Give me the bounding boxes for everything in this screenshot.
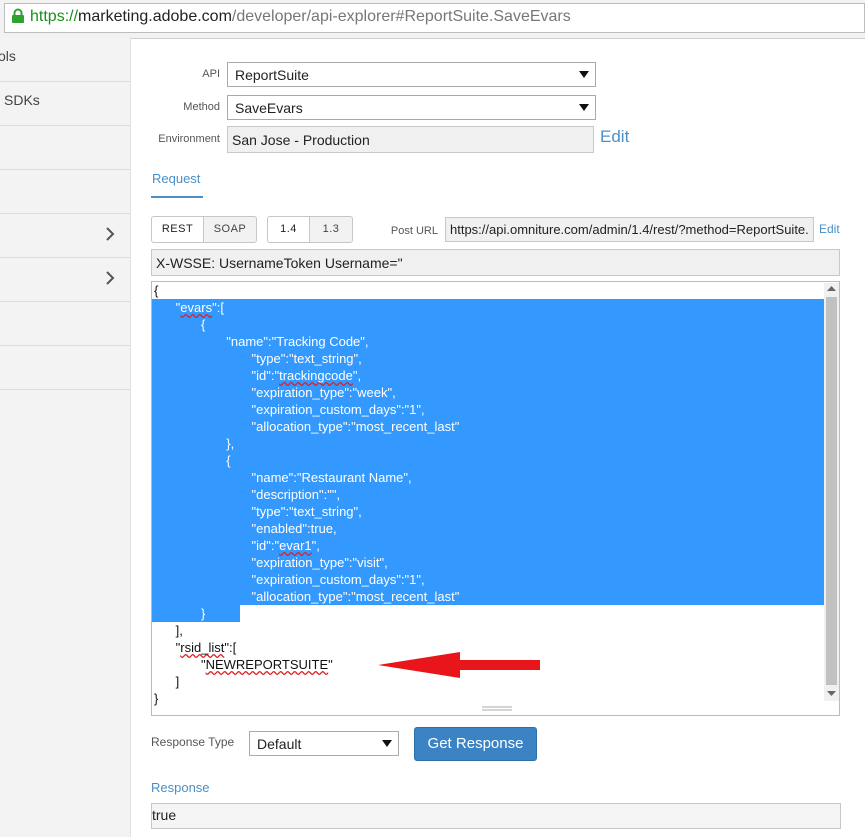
code-token: trackingcode [279, 368, 353, 383]
code-line: { [226, 453, 230, 468]
api-select[interactable]: ReportSuite [227, 62, 596, 87]
api-label: API [150, 68, 220, 80]
request-body-code: { "evars":[ { "name":"Tracking Code", "t… [154, 282, 459, 707]
code-line: "type":"text_string", [252, 504, 362, 519]
chevron-right-icon [102, 270, 118, 286]
response-output: true [151, 803, 841, 829]
code-line: { [201, 317, 205, 332]
code-line: "evars":[ [176, 300, 224, 315]
environment-label: Environment [150, 133, 220, 145]
method-select[interactable]: SaveEvars [227, 95, 596, 120]
code-line: ] [176, 674, 180, 689]
version-1-4-button[interactable]: 1.4 [267, 216, 310, 243]
code-line: "NEWREPORTSUITE" [201, 657, 333, 672]
code-token: NEWREPORTSUITE [206, 657, 329, 672]
code-line: "expiration_type":"visit", [252, 555, 388, 570]
post-url-field: https://api.omniture.com/admin/1.4/rest/… [445, 217, 814, 242]
code-line: "id":"evar1", [252, 538, 320, 553]
sidebar-item-label: SDKs [4, 92, 40, 108]
soap-button[interactable]: SOAP [203, 216, 257, 243]
response-type-value: Default [257, 736, 301, 752]
code-token: rsid_list [180, 640, 224, 655]
sidebar-item[interactable] [0, 346, 130, 390]
address-bar-url[interactable]: https://marketing.adobe.com/developer/ap… [30, 8, 571, 26]
code-line: "allocation_type":"most_recent_last" [252, 419, 460, 434]
sidebar-item-expandable[interactable] [0, 258, 130, 302]
tab-request[interactable]: Request [152, 171, 200, 186]
annotation-arrow-icon [376, 651, 542, 679]
environment-value: San Jose - Production [232, 132, 370, 148]
code-line: } [154, 691, 158, 706]
code-line: "id":"trackingcode", [252, 368, 362, 383]
get-response-button[interactable]: Get Response [414, 727, 537, 761]
caret-down-icon [579, 104, 589, 112]
code-line: "expiration_custom_days":"1", [252, 402, 425, 417]
sidebar-item[interactable] [0, 302, 130, 346]
code-line: } [201, 606, 205, 621]
caret-down-icon [579, 71, 589, 79]
environment-field: San Jose - Production [227, 126, 594, 153]
code-line: "description":"", [252, 487, 341, 502]
post-url-edit-link[interactable]: Edit [819, 222, 840, 236]
code-line: { [154, 283, 158, 298]
sidebar-item-sdks[interactable]: SDKs [0, 82, 130, 126]
sidebar-item-tools[interactable]: ols [0, 38, 130, 82]
code-line: "expiration_custom_days":"1", [252, 572, 425, 587]
code-line: ], [176, 623, 183, 638]
code-line: "name":"Restaurant Name", [252, 470, 412, 485]
sidebar-item[interactable] [0, 126, 130, 170]
code-token: evars [180, 300, 212, 315]
scroll-down-icon[interactable] [826, 690, 837, 698]
code-token: evar1 [279, 538, 312, 553]
code-line: "type":"text_string", [252, 351, 362, 366]
header-value: X-WSSE: UsernameToken Username=" [156, 255, 403, 271]
code-line: "expiration_type":"week", [252, 385, 396, 400]
environment-edit-link[interactable]: Edit [600, 127, 629, 147]
code-line: "allocation_type":"most_recent_last" [252, 589, 460, 604]
lock-icon [10, 8, 26, 24]
code-line: "enabled":true, [252, 521, 337, 536]
browser-toolbar: https://marketing.adobe.com/developer/ap… [0, 0, 865, 39]
code-line: "rsid_list":[ [176, 640, 237, 655]
sidebar-item[interactable] [0, 170, 130, 214]
response-type-select[interactable]: Default [249, 731, 399, 756]
post-url-label: Post URL [380, 225, 438, 237]
chevron-right-icon [102, 226, 118, 242]
method-select-value: SaveEvars [235, 100, 303, 116]
response-label: Response [151, 780, 210, 795]
resize-grip-icon[interactable] [482, 705, 512, 713]
post-url-value: https://api.omniture.com/admin/1.4/rest/… [450, 222, 809, 237]
sidebar-item-expandable[interactable] [0, 214, 130, 258]
editor-scrollbar-thumb[interactable] [826, 297, 837, 685]
sidebar: ols SDKs [0, 38, 131, 837]
response-type-label: Response Type [151, 735, 234, 749]
code-line: "name":"Tracking Code", [226, 334, 368, 349]
api-select-value: ReportSuite [235, 67, 309, 83]
response-value: true [152, 807, 176, 823]
code-line: }, [226, 436, 234, 451]
version-1-3-button[interactable]: 1.3 [309, 216, 353, 243]
caret-down-icon [382, 740, 392, 748]
method-label: Method [150, 101, 220, 113]
tab-request-underline [151, 196, 203, 198]
scroll-up-icon[interactable] [826, 285, 837, 293]
rest-button[interactable]: REST [151, 216, 204, 243]
sidebar-item-label: ols [0, 48, 16, 64]
header-field[interactable]: X-WSSE: UsernameToken Username=" [151, 249, 840, 276]
